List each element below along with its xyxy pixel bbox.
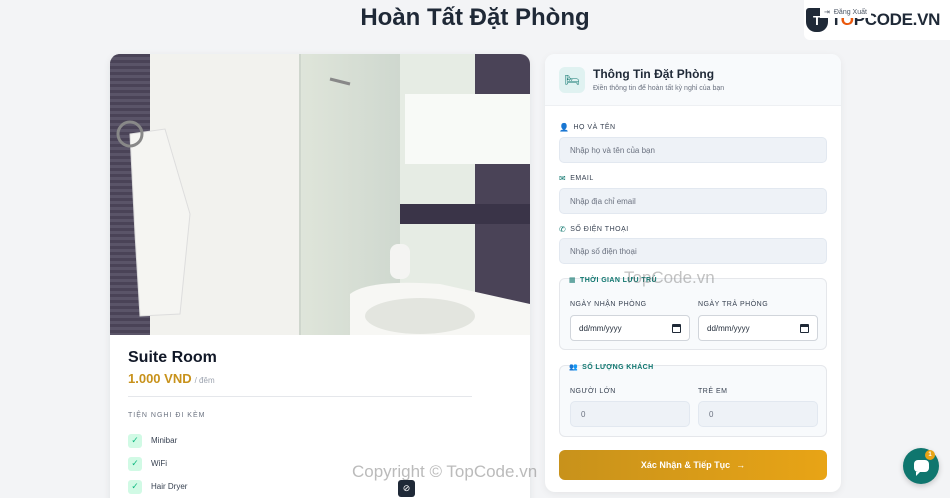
amenity-item: ✓ Minibar xyxy=(128,429,187,452)
children-label: TRẺ EM xyxy=(698,388,728,395)
check-icon: ✓ xyxy=(128,433,142,448)
room-card: Suite Room 1.000 VND / đêm TIỆN NGHI ĐI K… xyxy=(110,54,530,498)
logout-label: Đăng Xuất xyxy=(833,8,867,16)
calendar-picker-icon[interactable] xyxy=(800,323,809,333)
calendar-picker-icon[interactable] xyxy=(672,323,681,333)
logout-button[interactable]: ⇥ Đăng Xuất xyxy=(820,6,871,18)
bed-icon: 🛏 xyxy=(559,67,585,93)
amenity-label: Minibar xyxy=(151,436,178,445)
children-input[interactable]: 0 xyxy=(698,401,818,427)
phone-icon: ✆ xyxy=(559,225,567,234)
fullname-label: 👤 HỌ VÀ TÊN xyxy=(559,123,616,132)
form-header: 🛏 Thông Tin Đặt Phòng Điền thông tin để … xyxy=(545,54,841,106)
checkout-date-input[interactable]: dd/mm/yyyy xyxy=(698,315,818,341)
checkin-label: NGÀY NHẬN PHÒNG xyxy=(570,301,647,308)
amenities-title: TIỆN NGHI ĐI KÈM xyxy=(128,412,206,419)
divider xyxy=(128,396,472,397)
phone-label: ✆ SỐ ĐIỆN THOẠI xyxy=(559,225,629,234)
phone-input[interactable]: Nhập số điện thoại xyxy=(559,238,827,264)
guests-title: 👥 SỐ LƯỢNG KHÁCH xyxy=(569,363,654,372)
ban-icon[interactable]: ⊘ xyxy=(398,480,415,497)
chat-badge: 1 xyxy=(925,450,935,460)
amenity-label: WiFi xyxy=(151,459,167,468)
form-subtitle: Điền thông tin để hoàn tất kỳ nghỉ của b… xyxy=(593,85,725,92)
email-input[interactable]: Nhập địa chỉ email xyxy=(559,188,827,214)
confirm-label: Xác Nhận & Tiếp Tục xyxy=(640,460,731,470)
check-icon: ✓ xyxy=(128,456,142,471)
watermark: Copyright © TopCode.vn xyxy=(352,462,538,481)
room-photo xyxy=(110,54,530,335)
adults-input[interactable]: 0 xyxy=(570,401,690,427)
amenities-list: ✓ Minibar ✓ WiFi ✓ Hair Dryer xyxy=(128,429,187,498)
chat-icon xyxy=(913,460,929,476)
room-name: Suite Room xyxy=(128,349,217,366)
adults-label: NGƯỜI LỚN xyxy=(570,388,616,395)
room-price: 1.000 VND / đêm xyxy=(128,371,215,386)
arrow-right-icon: → xyxy=(736,460,746,470)
price-unit: / đêm xyxy=(194,376,215,385)
amenity-label: Hair Dryer xyxy=(151,482,188,491)
email-label: ✉ EMAIL xyxy=(559,174,594,183)
envelope-icon: ✉ xyxy=(559,174,567,183)
stay-panel: ▦ THỜI GIAN LƯU TRÚ NGÀY NHẬN PHÒNG NGÀY … xyxy=(559,277,827,350)
checkin-date-input[interactable]: dd/mm/yyyy xyxy=(570,315,690,341)
amenity-item: ✓ WiFi xyxy=(128,452,187,475)
form-title: Thông Tin Đặt Phòng xyxy=(593,67,715,81)
users-icon: 👥 xyxy=(569,364,579,371)
user-icon: 👤 xyxy=(559,123,570,132)
confirm-button[interactable]: Xác Nhận & Tiếp Tục → xyxy=(559,450,827,480)
calendar-icon: ▦ xyxy=(569,277,577,284)
watermark: TopCode.vn xyxy=(624,268,715,287)
fullname-input[interactable]: Nhập họ và tên của bạn xyxy=(559,137,827,163)
checkout-label: NGÀY TRẢ PHÒNG xyxy=(698,301,769,308)
logout-icon: ⇥ xyxy=(824,9,830,16)
amenity-item: ✓ Hair Dryer xyxy=(128,475,187,498)
guests-panel: 👥 SỐ LƯỢNG KHÁCH NGƯỜI LỚN TRẺ EM 0 0 xyxy=(559,363,827,437)
check-icon: ✓ xyxy=(128,479,142,494)
